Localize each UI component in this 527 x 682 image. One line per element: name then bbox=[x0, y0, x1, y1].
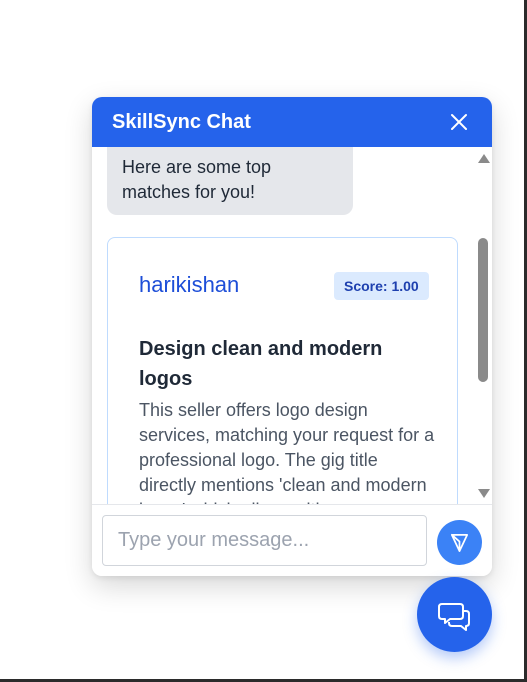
score-badge: Score: 1.00 bbox=[334, 272, 429, 300]
chat-title: SkillSync Chat bbox=[112, 111, 251, 133]
message-input[interactable] bbox=[102, 515, 427, 566]
close-icon bbox=[451, 114, 467, 130]
send-button[interactable] bbox=[437, 520, 482, 565]
seller-name-link[interactable]: harikishan bbox=[139, 271, 239, 299]
gig-title: Design clean and modern logos bbox=[139, 338, 383, 390]
scroll-up-arrow-icon[interactable] bbox=[478, 154, 490, 163]
scroll-down-arrow-icon[interactable] bbox=[478, 489, 490, 498]
input-bar bbox=[92, 504, 492, 576]
send-icon bbox=[450, 533, 469, 552]
chat-bubbles-icon bbox=[438, 603, 470, 631]
gig-description: This seller offers logo design services,… bbox=[139, 400, 435, 504]
chat-toggle-button[interactable] bbox=[417, 577, 492, 652]
scrollbar-thumb[interactable] bbox=[478, 238, 488, 382]
match-card: harikishan Score: 1.00 Design clean and … bbox=[107, 237, 458, 504]
chat-header: SkillSync Chat bbox=[92, 97, 492, 147]
chat-window: SkillSync Chat Here are some top matches… bbox=[92, 97, 492, 576]
close-button[interactable] bbox=[447, 110, 471, 134]
bot-message: Here are some top matches for you! bbox=[107, 147, 353, 215]
messages-area: Here are some top matches for you! harik… bbox=[92, 147, 476, 504]
messages-scrollbar[interactable] bbox=[476, 147, 492, 504]
